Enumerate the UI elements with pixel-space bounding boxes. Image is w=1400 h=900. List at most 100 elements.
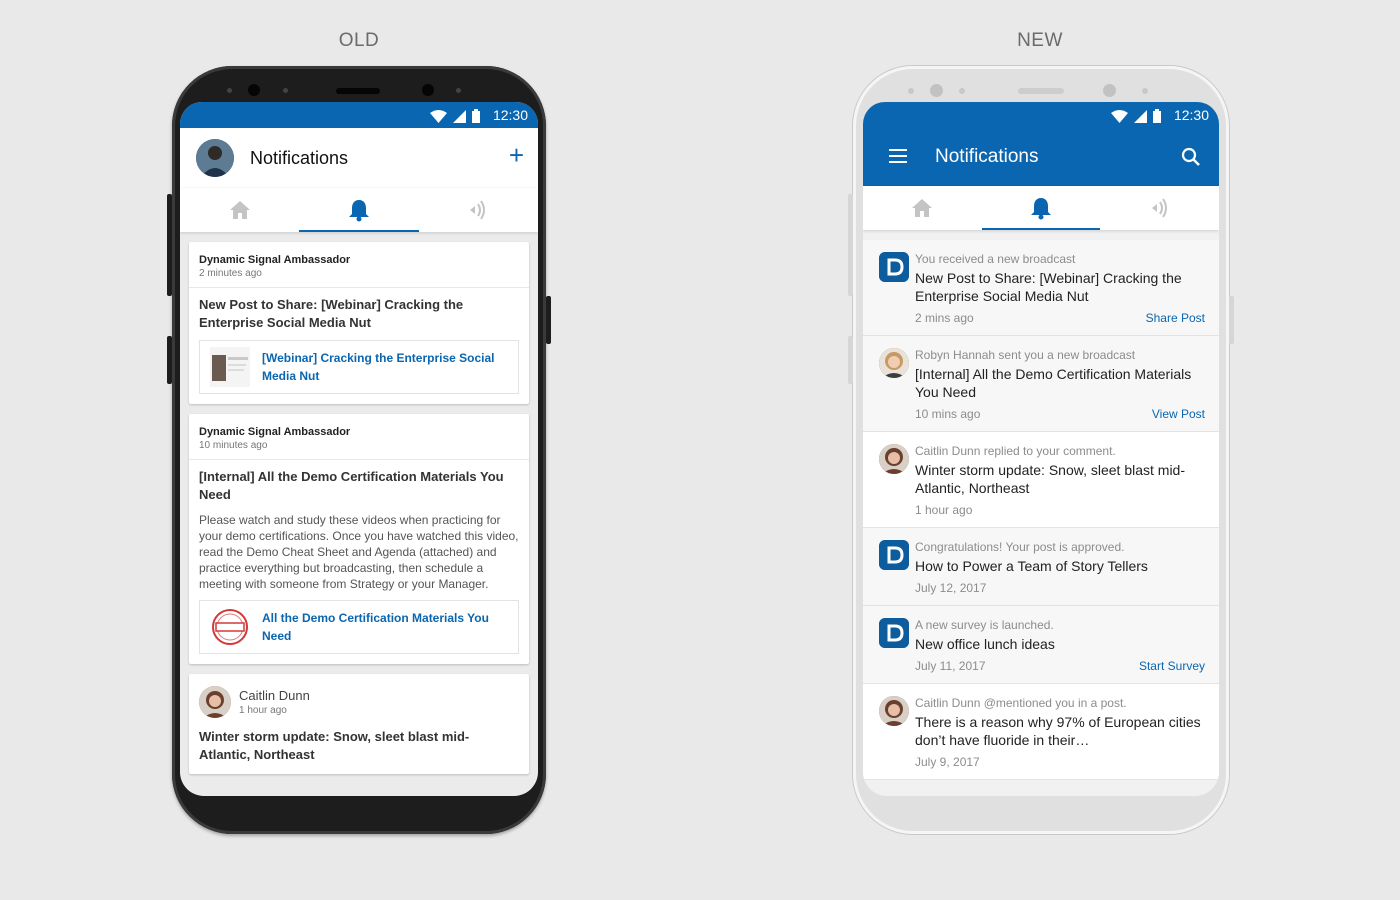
- post-text: Please watch and study these videos when…: [199, 513, 519, 591]
- notification-title: New office lunch ideas: [915, 636, 1055, 652]
- status-time: 12:30: [492, 107, 528, 123]
- camera-lens: [422, 84, 434, 96]
- speaker-grille: [336, 88, 380, 94]
- sensor-dot: [456, 88, 461, 93]
- notification-item[interactable]: Caitlin Dunn @mentioned you in a post. T…: [863, 684, 1219, 780]
- bixby-button: [167, 336, 172, 384]
- old-label: OLD: [338, 30, 380, 51]
- webinar-thumbnail: [210, 347, 250, 387]
- link-preview[interactable]: All the Demo Certification Materials You…: [199, 600, 519, 654]
- tab-home[interactable]: [180, 188, 299, 232]
- new-label: NEW: [1017, 30, 1063, 51]
- sensor-dot: [227, 88, 232, 93]
- notification-title: Winter storm update: Snow, sleet blast m…: [915, 462, 1185, 496]
- tab-notifications[interactable]: [981, 186, 1101, 230]
- camera-lens: [930, 84, 943, 97]
- post-title[interactable]: [Internal] All the Demo Certification Ma…: [199, 468, 519, 504]
- card-author: Dynamic Signal Ambassador: [199, 426, 351, 438]
- wifi-icon: [1111, 109, 1128, 123]
- wifi-icon: [430, 109, 447, 123]
- bixby-button: [848, 336, 853, 384]
- notification-title: [Internal] All the Demo Certification Ma…: [915, 366, 1192, 400]
- dynamic-signal-logo-icon: [879, 618, 909, 648]
- tab-broadcast[interactable]: [419, 188, 538, 232]
- app-header: Notifications +: [180, 128, 538, 188]
- tab-broadcast[interactable]: [1100, 186, 1219, 230]
- notification-item[interactable]: Congratulations! Your post is approved. …: [863, 528, 1219, 606]
- notification-time: July 12, 2017: [915, 581, 987, 595]
- plus-icon[interactable]: +: [509, 142, 524, 168]
- bell-icon: [1031, 198, 1051, 220]
- page-title: Notifications: [250, 148, 349, 168]
- volume-button: [167, 194, 172, 296]
- notification-meta: Congratulations! Your post is approved.: [915, 540, 1125, 554]
- new-screen: 12:30 Notifications You received a new b…: [863, 102, 1219, 796]
- card-author: Caitlin Dunn: [239, 688, 310, 703]
- sensor-dot: [283, 88, 288, 93]
- notification-time: July 11, 2017: [915, 659, 986, 673]
- home-icon: [229, 201, 250, 219]
- status-bar: 12:30: [180, 102, 538, 128]
- notification-title: How to Power a Team of Story Tellers: [915, 558, 1148, 574]
- old-phone: 12:30 Notifications + Dynamic Signal Amb…: [167, 66, 551, 834]
- battery-icon: [1153, 109, 1161, 123]
- post-title[interactable]: Winter storm update: Snow, sleet blast m…: [199, 728, 519, 764]
- certified-stamp-icon: [212, 609, 248, 645]
- status-time: 12:30: [1173, 107, 1209, 123]
- tab-notifications[interactable]: [299, 188, 419, 232]
- notification-title: There is a reason why 97% of European ci…: [915, 714, 1201, 748]
- link-preview[interactable]: [Webinar] Cracking the Enterprise Social…: [199, 340, 519, 394]
- signal-icon: [453, 109, 466, 123]
- new-phone: 12:30 Notifications You received a new b…: [848, 66, 1234, 834]
- tab-bar: [180, 188, 538, 232]
- broadcast-icon: [1151, 198, 1167, 218]
- tab-bar: [863, 186, 1219, 230]
- status-bar: 12:30: [863, 102, 1219, 128]
- speaker-grille: [1018, 88, 1064, 94]
- notification-meta: You received a new broadcast: [915, 252, 1076, 266]
- card-time: 10 minutes ago: [199, 440, 268, 451]
- card-time: 2 minutes ago: [199, 268, 262, 279]
- view-post-button[interactable]: View Post: [1152, 407, 1205, 421]
- volume-button: [848, 194, 853, 296]
- notification-meta: Robyn Hannah sent you a new broadcast: [915, 348, 1136, 362]
- avatar: [199, 686, 231, 718]
- page-title: Notifications: [935, 146, 1039, 167]
- avatar[interactable]: [196, 139, 234, 177]
- bell-icon: [348, 200, 369, 222]
- tab-home[interactable]: [863, 186, 982, 230]
- camera-lens: [248, 84, 260, 96]
- menu-icon[interactable]: [889, 149, 907, 167]
- notification-time: July 9, 2017: [915, 755, 980, 769]
- power-button: [546, 296, 551, 344]
- share-post-button[interactable]: Share Post: [1146, 311, 1205, 325]
- app-header: Notifications: [863, 128, 1219, 186]
- notification-item[interactable]: A new survey is launched. New office lun…: [863, 606, 1219, 684]
- start-survey-button[interactable]: Start Survey: [1139, 659, 1205, 673]
- post-title[interactable]: New Post to Share: [Webinar] Cracking th…: [199, 296, 519, 332]
- dynamic-signal-logo-icon: [879, 252, 909, 282]
- sensor-dot: [908, 88, 914, 94]
- notification-meta: Caitlin Dunn replied to your comment.: [915, 444, 1116, 458]
- search-icon[interactable]: [1181, 147, 1201, 167]
- sensor-dot: [959, 88, 965, 94]
- broadcast-icon: [470, 200, 486, 220]
- notification-meta: Caitlin Dunn @mentioned you in a post.: [915, 696, 1127, 710]
- camera-lens: [1103, 84, 1116, 97]
- notification-card[interactable]: Caitlin Dunn 1 hour ago Winter storm upd…: [189, 674, 529, 774]
- notification-time: 1 hour ago: [915, 503, 973, 517]
- notification-item[interactable]: Robyn Hannah sent you a new broadcast [I…: [863, 336, 1219, 432]
- notification-meta: A new survey is launched.: [915, 618, 1054, 632]
- notification-time: 10 mins ago: [915, 407, 981, 421]
- battery-icon: [472, 109, 480, 123]
- link-title[interactable]: All the Demo Certification Materials You…: [262, 609, 508, 645]
- notification-card[interactable]: Dynamic Signal Ambassador 2 minutes ago …: [189, 242, 529, 404]
- home-icon: [912, 199, 933, 217]
- notification-card[interactable]: Dynamic Signal Ambassador 10 minutes ago…: [189, 414, 529, 664]
- signal-icon: [1134, 109, 1147, 123]
- notification-item[interactable]: You received a new broadcast New Post to…: [863, 240, 1219, 336]
- dynamic-signal-logo-icon: [879, 540, 909, 570]
- notification-item[interactable]: Caitlin Dunn replied to your comment. Wi…: [863, 432, 1219, 528]
- avatar: [879, 444, 909, 474]
- link-title[interactable]: [Webinar] Cracking the Enterprise Social…: [262, 349, 508, 385]
